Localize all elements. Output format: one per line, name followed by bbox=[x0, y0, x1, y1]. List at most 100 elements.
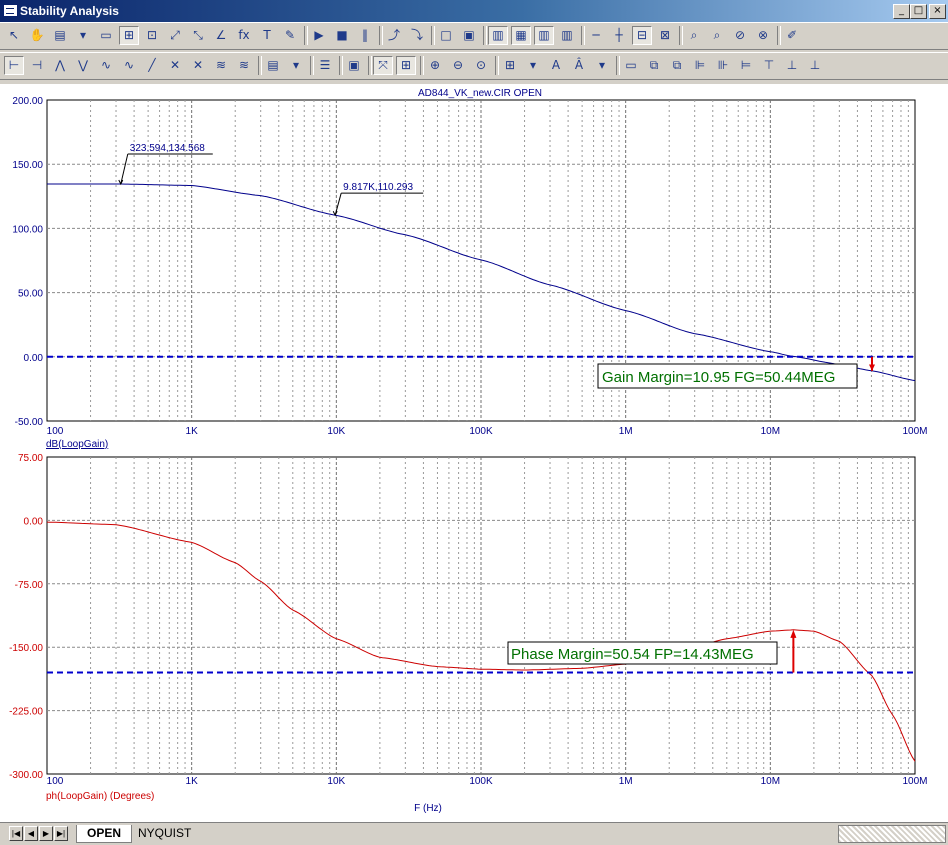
slope-icon[interactable]: ╱ bbox=[142, 56, 162, 75]
font-icon[interactable]: A bbox=[546, 56, 566, 75]
copy-icon[interactable]: ▤ bbox=[50, 26, 70, 45]
plot-icon[interactable]: ⤡ bbox=[188, 26, 208, 45]
paste-dropdown-icon[interactable]: ▾ bbox=[286, 56, 306, 75]
list-icon[interactable]: ☰ bbox=[315, 56, 335, 75]
box-icon[interactable]: □ bbox=[436, 26, 456, 45]
layout-2-icon[interactable]: ▦ bbox=[511, 26, 531, 45]
edit-icon[interactable]: ✐ bbox=[782, 26, 802, 45]
tab-nyquist[interactable]: NYQUIST bbox=[128, 825, 201, 842]
x-tick-label: 1K bbox=[186, 776, 199, 787]
text-icon[interactable]: T bbox=[257, 26, 277, 45]
toolbar-separator bbox=[431, 26, 435, 45]
horizontal-line-icon[interactable]: ─ bbox=[586, 26, 606, 45]
inflection-icon[interactable]: ✕ bbox=[165, 56, 185, 75]
x-tick-label: 100M bbox=[902, 776, 927, 787]
plot-area: AD844_VK_new.CIR OPEN 323.594,134.568 9.8… bbox=[0, 84, 948, 822]
pan-icon[interactable]: ✋ bbox=[27, 26, 47, 45]
scale-icon[interactable]: ⊡ bbox=[142, 26, 162, 45]
layout-4-icon[interactable]: ▥ bbox=[557, 26, 577, 45]
grid-icon[interactable]: ⊞ bbox=[500, 56, 520, 75]
zoom-out-2-icon[interactable]: ⊖ bbox=[448, 56, 468, 75]
paste-icon[interactable]: ▤ bbox=[263, 56, 283, 75]
zoom-in-icon[interactable]: ⌕ bbox=[684, 26, 704, 45]
delete-curve-icon[interactable]: ⤵ bbox=[407, 26, 427, 45]
toolbar-separator bbox=[339, 56, 343, 75]
gain-margin-arrowhead bbox=[869, 364, 876, 371]
window-icon[interactable]: ▭ bbox=[96, 26, 116, 45]
horizontal-scrollbar[interactable] bbox=[838, 825, 946, 843]
fit-window-icon[interactable]: ⊞ bbox=[396, 56, 416, 75]
align-left-icon[interactable]: ⊫ bbox=[690, 56, 710, 75]
close-button[interactable]: × bbox=[929, 4, 946, 19]
toolbar-separator bbox=[483, 26, 487, 45]
plot-title: AD844_VK_new.CIR OPEN bbox=[418, 88, 542, 99]
align-right-icon[interactable]: ⊨ bbox=[736, 56, 756, 75]
last-tab-button[interactable]: ▶| bbox=[54, 826, 68, 841]
tile-icon[interactable]: ⊟ bbox=[632, 26, 652, 45]
layout-1-icon[interactable]: ▥ bbox=[488, 26, 508, 45]
align-top-icon[interactable]: ⊤ bbox=[759, 56, 779, 75]
y-tick-label: -50.00 bbox=[15, 417, 44, 428]
grid-dropdown-icon[interactable]: ▾ bbox=[523, 56, 543, 75]
toolbar-separator bbox=[310, 56, 314, 75]
low-icon[interactable]: ∿ bbox=[119, 56, 139, 75]
zoom-out-icon[interactable]: ⌕ bbox=[707, 26, 727, 45]
plot-canvas[interactable]: AD844_VK_new.CIR OPEN 323.594,134.568 9.8… bbox=[0, 84, 948, 822]
toolbar-separator bbox=[258, 56, 262, 75]
align-bottom-icon[interactable]: ⊥ bbox=[782, 56, 802, 75]
add-curve-icon[interactable]: ⤴ bbox=[384, 26, 404, 45]
valley-icon[interactable]: ⋁ bbox=[73, 56, 93, 75]
pause-icon[interactable]: ‖ bbox=[355, 26, 375, 45]
function-icon[interactable]: fx bbox=[234, 26, 254, 45]
font-dropdown-icon[interactable]: ▾ bbox=[592, 56, 612, 75]
next-tab-button[interactable]: ▶ bbox=[39, 826, 53, 841]
align-middle-icon[interactable]: ⊥ bbox=[805, 56, 825, 75]
layout-3-icon[interactable]: ▥ bbox=[534, 26, 554, 45]
send-back-icon[interactable]: ⧉ bbox=[667, 56, 687, 75]
maximize-button[interactable]: □ bbox=[910, 4, 927, 19]
cursor-right-icon[interactable]: ⊣ bbox=[27, 56, 47, 75]
align-center-icon[interactable]: ⊪ bbox=[713, 56, 733, 75]
toolbar-separator bbox=[368, 56, 372, 75]
x-tick-label: 100 bbox=[47, 426, 64, 437]
zoom-fit-icon[interactable]: ⊘ bbox=[730, 26, 750, 45]
peak-icon[interactable]: ⋀ bbox=[50, 56, 70, 75]
minimize-button[interactable]: _ bbox=[893, 4, 910, 19]
global-high-icon[interactable]: ✕ bbox=[188, 56, 208, 75]
zoom-box-icon[interactable]: ⊞ bbox=[119, 26, 139, 45]
stop-icon[interactable]: ■ bbox=[332, 26, 352, 45]
blank-icon[interactable]: ▭ bbox=[621, 56, 641, 75]
select-icon[interactable]: ↖ bbox=[4, 26, 24, 45]
toolbar-separator bbox=[679, 26, 683, 45]
y-tick-label: -75.00 bbox=[15, 580, 44, 591]
cross-icon[interactable]: ┼ bbox=[609, 26, 629, 45]
zoom-in-2-icon[interactable]: ⊕ bbox=[425, 56, 445, 75]
graph-icon[interactable]: ⤢ bbox=[165, 26, 185, 45]
grid-box-icon[interactable]: ▣ bbox=[459, 26, 479, 45]
run-icon[interactable]: ▶ bbox=[309, 26, 329, 45]
x-tick-label: 100 bbox=[47, 776, 64, 787]
y-tick-label: 100.00 bbox=[12, 224, 43, 235]
tab-open[interactable]: OPEN bbox=[76, 825, 133, 843]
bring-front-icon[interactable]: ⧉ bbox=[644, 56, 664, 75]
high-icon[interactable]: ∿ bbox=[96, 56, 116, 75]
cascade-icon[interactable]: ⊠ bbox=[655, 26, 675, 45]
global-low-icon[interactable]: ≋ bbox=[211, 56, 231, 75]
properties-icon[interactable]: ✎ bbox=[280, 26, 300, 45]
dropdown-icon[interactable]: ▾ bbox=[73, 26, 93, 45]
axis-icon[interactable]: ∠ bbox=[211, 26, 231, 45]
zoom-reset-icon[interactable]: ⊗ bbox=[753, 26, 773, 45]
y-tick-label: -300.00 bbox=[9, 770, 43, 781]
y-tick-label: -225.00 bbox=[9, 707, 43, 718]
prev-tab-button[interactable]: ◀ bbox=[24, 826, 38, 841]
cursor-left-icon[interactable]: ⊢ bbox=[4, 56, 24, 75]
top-icon[interactable]: ≋ bbox=[234, 56, 254, 75]
first-tab-button[interactable]: |◀ bbox=[9, 826, 23, 841]
zoom-100-icon[interactable]: ⊙ bbox=[471, 56, 491, 75]
tokens-icon[interactable]: ▣ bbox=[344, 56, 364, 75]
font-style-icon[interactable]: Â bbox=[569, 56, 589, 75]
x-tick-label: 10M bbox=[761, 426, 780, 437]
fit-icon[interactable]: ⤧ bbox=[373, 56, 393, 75]
y-tick-label: 0.00 bbox=[24, 516, 44, 527]
annotation-label: 323.594,134.568 bbox=[130, 143, 206, 154]
